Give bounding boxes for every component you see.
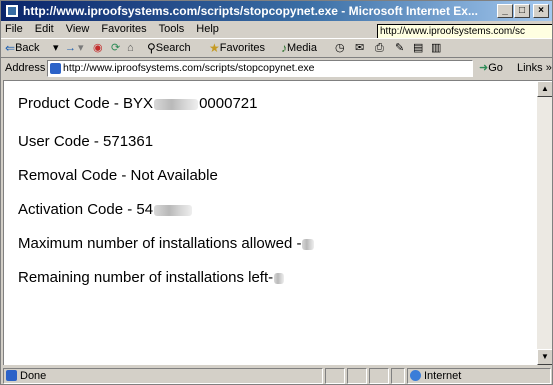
status-panel-zone: Internet [407,368,551,384]
back-button[interactable]: ⇐Back [5,39,40,57]
removal-code-line: Removal Code - Not Available [18,167,218,184]
max-installs-label: Maximum number of installations allowed … [18,235,302,252]
go-label: Go [488,62,503,74]
go-arrow-icon: ➜ [479,62,489,74]
history-icon[interactable]: ◷ [335,39,345,57]
back-arrow-icon: ⇐ [5,41,16,55]
standard-toolbar: ⇐Back ▾ → ▾ ◉ ⟳ ⌂ ⚲Search ★Favorites ♪Me… [1,38,552,58]
go-button[interactable]: ➜Go [479,58,503,79]
menu-help[interactable]: Help [190,21,225,38]
address-input[interactable]: http://www.iproofsystems.com/scripts/sto… [47,60,473,77]
maximize-button[interactable]: □ [514,4,530,18]
remaining-installs-line: Remaining number of installations left- [18,269,285,286]
favorites-button[interactable]: ★Favorites [209,39,265,57]
status-text: Done [20,370,47,382]
menu-favorites[interactable]: Favorites [95,21,152,38]
url-tooltip: http://www.iproofsystems.com/sc [377,24,552,39]
stop-icon[interactable]: ◉ [93,39,103,57]
address-bar: Address http://www.iproofsystems.com/scr… [1,58,552,79]
title-bar[interactable]: http://www.iproofsystems.com/scripts/sto… [1,1,552,21]
back-dropdown[interactable]: ▾ [53,39,59,57]
internet-zone-icon [410,370,421,381]
redacted-product-code [154,98,199,110]
refresh-icon[interactable]: ⟳ [111,39,120,57]
redacted-max-installs [302,238,315,250]
media-button-label: Media [287,42,317,54]
links-label: Links [517,62,543,74]
discuss-icon[interactable]: ▤ [413,39,423,57]
links-button[interactable]: Links » [517,58,552,79]
home-icon[interactable]: ⌂ [127,39,134,57]
back-button-label: Back [15,42,40,54]
favorites-icon: ★ [209,41,220,55]
menu-view[interactable]: View [60,21,96,38]
user-code-line: User Code - 571361 [18,133,154,150]
browser-window: http://www.iproofsystems.com/scripts/sto… [0,0,553,385]
redacted-remaining-installs [274,272,285,284]
close-button[interactable]: × [533,4,549,18]
menu-tools[interactable]: Tools [153,21,191,38]
status-panel-blank-2 [369,368,389,384]
search-button-label: Search [155,42,191,54]
scroll-down-button[interactable]: ▼ [537,349,552,365]
activation-code-label: Activation Code - 54 [18,201,154,218]
status-panel-blank-3 [391,368,405,384]
product-code-line: Product Code - BYX 0000721 [18,95,257,112]
status-bar: Done Internet [1,366,552,384]
messenger-icon[interactable]: ▥ [431,39,441,57]
search-button[interactable]: ⚲Search [147,39,191,57]
mail-icon[interactable]: ✉ [355,39,364,57]
status-panel-blank-1 [347,368,367,384]
page-done-icon [6,370,17,381]
menu-edit[interactable]: Edit [29,21,60,38]
product-code-suffix: 0000721 [199,95,258,112]
search-icon: ⚲ [147,41,156,55]
vertical-scrollbar[interactable]: ▲ ▼ [537,80,552,365]
edit-icon[interactable]: ✎ [395,39,404,57]
page-content: Product Code - BYX 0000721 User Code - 57… [3,80,537,365]
address-label: Address [5,62,46,74]
menu-file[interactable]: File [1,21,29,38]
scroll-up-button[interactable]: ▲ [537,81,552,97]
status-panel-progress [325,368,345,384]
max-installs-line: Maximum number of installations allowed … [18,235,315,252]
activation-code-line: Activation Code - 54 [18,201,193,218]
redacted-activation-code [154,204,193,216]
forward-dropdown[interactable]: ▾ [78,39,84,57]
print-icon[interactable]: ⎙ [375,39,384,57]
forward-button[interactable]: → [65,39,76,57]
status-panel-main: Done [3,368,323,384]
page-icon [50,63,61,74]
remaining-installs-label: Remaining number of installations left- [18,269,274,286]
minimize-button[interactable]: _ [497,4,513,18]
zone-text: Internet [424,370,462,382]
media-button[interactable]: ♪Media [281,39,317,57]
address-url[interactable]: http://www.iproofsystems.com/scripts/sto… [63,62,315,74]
favorites-button-label: Favorites [219,42,266,54]
internet-explorer-icon[interactable] [5,4,19,18]
window-title: http://www.iproofsystems.com/scripts/sto… [23,4,478,18]
product-code-label: Product Code - BYX [18,95,154,112]
